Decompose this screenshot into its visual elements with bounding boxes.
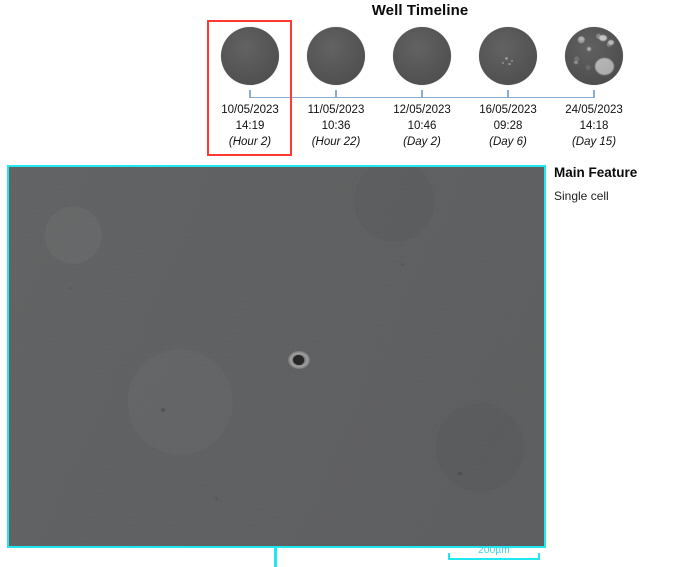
timeline-item-0[interactable]: 10/05/2023 14:19 (Hour 2) xyxy=(207,20,293,157)
single-cell-feature xyxy=(288,351,310,369)
timeline-date-4: 24/05/2023 xyxy=(565,104,623,116)
main-feature-title: Main Feature xyxy=(554,165,638,180)
timeline-item-1[interactable]: 11/05/2023 10:36 (Hour 22) xyxy=(293,20,379,157)
timeline-item-3[interactable]: 16/05/2023 09:28 (Day 6) xyxy=(465,20,551,157)
timeline-relative-1: (Hour 22) xyxy=(311,136,361,148)
timeline-labels-3: 16/05/2023 09:28 (Day 6) xyxy=(465,102,551,150)
colony-blob xyxy=(595,58,614,75)
well-thumbnail-colony[interactable] xyxy=(565,27,623,85)
well-timeline: 10/05/2023 14:19 (Hour 2) 11/05/2023 10:… xyxy=(207,20,637,157)
thumbnail-speck xyxy=(511,60,513,62)
colony-blob xyxy=(608,40,614,45)
timeline-tick-1 xyxy=(335,90,337,98)
page-title: Well Timeline xyxy=(0,2,682,19)
timeline-relative-4: (Day 15) xyxy=(571,136,617,148)
timeline-relative-2: (Day 2) xyxy=(403,136,441,148)
well-thumbnail-wrap-3[interactable] xyxy=(465,27,551,89)
timeline-tick-0 xyxy=(249,90,251,98)
well-thumbnail-empty[interactable] xyxy=(307,27,365,85)
well-thumbnail-empty[interactable] xyxy=(221,27,279,85)
well-thumbnail-wrap-0[interactable] xyxy=(207,27,293,89)
timeline-time-2: 10:46 xyxy=(407,120,437,132)
timeline-relative-0: (Hour 2) xyxy=(228,136,272,148)
scale-bar-line xyxy=(448,558,540,560)
colony-blob xyxy=(599,35,607,41)
timeline-time-3: 09:28 xyxy=(493,120,523,132)
timeline-date-1: 11/05/2023 xyxy=(307,104,365,116)
well-thumbnail-wrap-2[interactable] xyxy=(379,27,465,89)
scale-bar: 200µm xyxy=(448,545,540,564)
image-debris xyxy=(215,497,218,500)
timeline-labels-1: 11/05/2023 10:36 (Hour 22) xyxy=(293,102,379,150)
thumbnail-speck xyxy=(502,62,504,64)
well-thumbnail-specks[interactable] xyxy=(479,27,537,85)
image-debris xyxy=(161,408,165,412)
timeline-time-4: 14:18 xyxy=(579,120,609,132)
image-debris xyxy=(458,472,462,475)
scale-bar-cap-right xyxy=(538,553,540,560)
thumbnail-speck xyxy=(505,57,508,60)
timeline-labels-0: 10/05/2023 14:19 (Hour 2) xyxy=(207,102,293,150)
timeline-date-0: 10/05/2023 xyxy=(221,104,279,116)
cell-body xyxy=(293,355,304,365)
timeline-time-1: 10:36 xyxy=(321,120,351,132)
well-thumbnail-empty[interactable] xyxy=(393,27,451,85)
timeline-tick-4 xyxy=(593,90,595,98)
timeline-item-4[interactable]: 24/05/2023 14:18 (Day 15) xyxy=(551,20,637,157)
scale-bar-label: 200µm xyxy=(478,545,510,556)
image-debris xyxy=(69,287,72,289)
main-feature-panel: Main Feature Single cell xyxy=(554,164,678,204)
image-debris xyxy=(401,263,404,266)
scale-bar-cap-left xyxy=(448,553,450,560)
timeline-title-text: Well Timeline xyxy=(371,2,469,19)
main-feature-value: Single cell xyxy=(554,189,609,203)
timeline-tick-3 xyxy=(507,90,509,98)
main-microscopy-image[interactable] xyxy=(7,165,546,548)
timeline-labels-2: 12/05/2023 10:46 (Day 2) xyxy=(379,102,465,150)
microscopy-image-grain xyxy=(9,167,544,546)
colony-blob xyxy=(587,47,591,51)
timeline-date-2: 12/05/2023 xyxy=(393,104,451,116)
colony-blob xyxy=(574,61,578,64)
timeline-time-0: 14:19 xyxy=(235,120,265,132)
image-connector-line xyxy=(274,548,277,567)
timeline-labels-4: 24/05/2023 14:18 (Day 15) xyxy=(551,102,637,150)
timeline-item-2[interactable]: 12/05/2023 10:46 (Day 2) xyxy=(379,20,465,157)
timeline-tick-2 xyxy=(421,90,423,98)
timeline-date-3: 16/05/2023 xyxy=(479,104,537,116)
timeline-relative-3: (Day 6) xyxy=(489,136,527,148)
well-thumbnail-wrap-4[interactable] xyxy=(551,27,637,89)
colony-blob xyxy=(579,37,584,41)
thumbnail-speck xyxy=(508,63,511,65)
well-thumbnail-wrap-1[interactable] xyxy=(293,27,379,89)
